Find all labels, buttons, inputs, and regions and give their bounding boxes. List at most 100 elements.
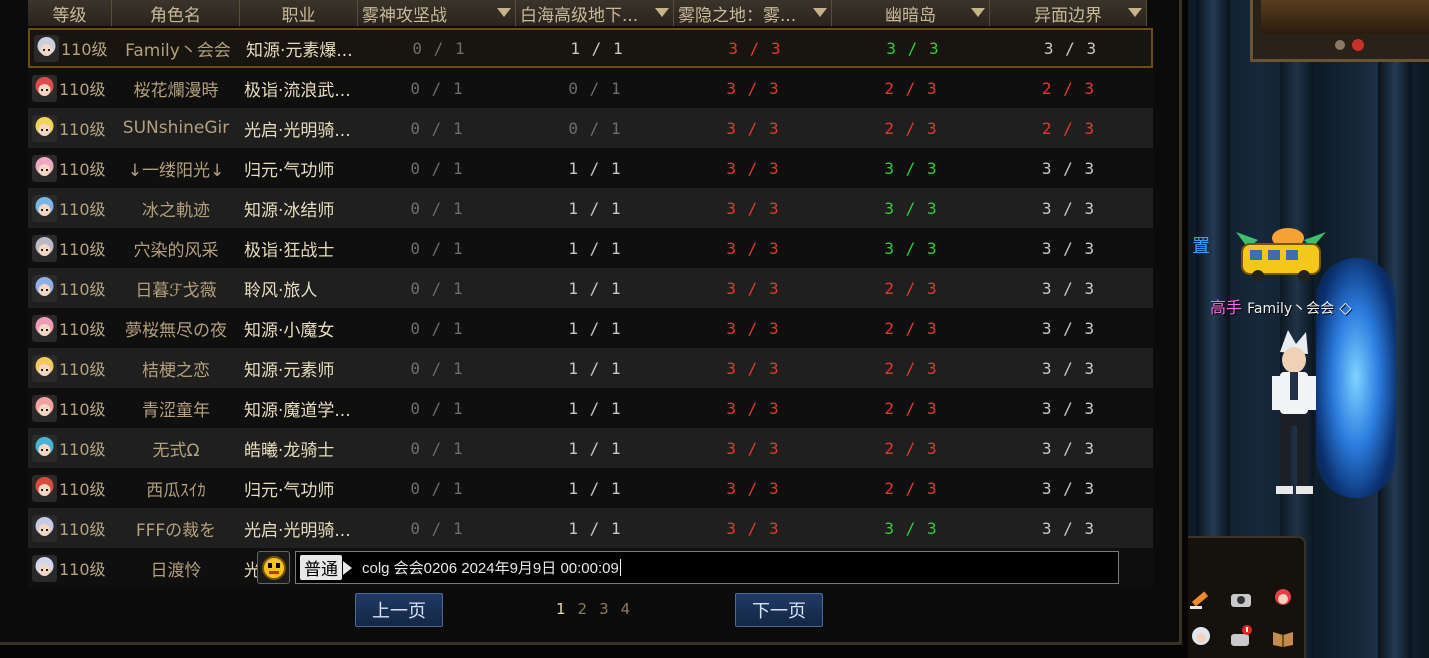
page-number-link[interactable]: 2 [578,600,588,618]
row-character-name: 无式Ω [152,440,200,461]
row-level: 110级 [28,468,112,508]
row-level: 110级 [28,188,112,228]
dropdown-arrow-icon [1128,8,1142,17]
table-row[interactable]: 110级 桜花爛漫時 极诣·流浪武... 0 / 1 0 / 1 3 / 3 2 / 3 2 … [28,68,1153,108]
row-progress-4: 2 / 3 [884,478,938,498]
dropdown-arrow-icon [497,8,511,17]
row-progress-3: 3 / 3 [726,438,780,458]
row-level-text: 110级 [59,520,106,539]
page-number-link[interactable]: 1 [556,600,566,618]
profile-icon[interactable] [1188,624,1214,650]
table-row[interactable]: 110级 冰之軌迹 知源·冰结师 0 / 1 1 / 1 3 / 3 3 / 3 3 / 3 [28,188,1153,228]
row-progress-5: 3 / 3 [1041,478,1096,498]
row-progress-2: 0 / 1 [568,78,622,98]
row-progress-3: 3 / 3 [726,278,780,298]
row-job: 知源·冰结师 [240,188,358,228]
row-progress-5: 2 / 3 [1041,78,1096,98]
row-job-text: 知源·魔道学... [244,400,351,421]
pencil-icon[interactable] [1188,586,1214,612]
table-row[interactable]: 110级 ↓一缕阳光↓ 归元·气功师 0 / 1 1 / 1 3 / 3 3 / 3 3 / … [28,148,1153,188]
row-progress-3: 3 / 3 [726,198,780,218]
character-avatar-icon [32,234,57,262]
prev-page-button[interactable]: 上一页 [355,593,443,627]
row-progress-5: 3 / 3 [1041,238,1096,258]
row-job: 极诣·流浪武... [240,68,358,108]
player-character[interactable] [1266,330,1322,500]
minimap[interactable] [1261,0,1429,34]
table-row[interactable]: 110级 桔梗之恋 知源·元素师 0 / 1 1 / 1 3 / 3 2 / 3 3 / 3 [28,348,1153,388]
row-job-text: 光启·光明骑... [244,520,351,541]
header-dungeon-3-label: 雾隐之地：雾... [678,5,797,26]
character-avatar-icon [32,74,57,102]
header-job-label: 职业 [281,5,316,26]
row-character-name: 桜花爛漫時 [133,80,219,101]
row-progress-4: 3 / 3 [884,198,938,218]
hud-quickbar [1188,536,1306,658]
row-level: 110级 [28,428,112,468]
character-avatar-icon[interactable] [1270,586,1296,612]
table-row[interactable]: 110级 FFFの裁を 光启·光明骑... 0 / 1 1 / 1 3 / 3 3 / 3 3… [28,508,1153,548]
minimap-indicator-icon [1335,39,1364,51]
game-scene: 置 高手 Family丶会会 ◇ [1188,0,1429,658]
header-dungeon-5-dropdown[interactable]: 异面边界 [990,0,1147,26]
dropdown-arrow-icon [655,8,669,17]
row-progress-4: 2 / 3 [884,78,938,98]
row-progress-3: 3 / 3 [726,158,780,178]
row-level-text: 110级 [59,560,106,579]
chat-input[interactable]: 普通 colg 会会0206 2024年9月9日 00:00:09 [295,551,1119,584]
header-dungeon-3-dropdown[interactable]: 雾隐之地：雾... [674,0,832,26]
page-number-link[interactable]: 3 [599,600,609,618]
character-avatar-icon [32,154,57,182]
row-progress-4: 3 / 3 [884,158,938,178]
table-row[interactable]: 110级 穴染的风采 极诣·狂战士 0 / 1 1 / 1 3 / 3 3 / 3 3 / 3 [28,228,1153,268]
row-progress-1: 0 / 1 [410,198,464,218]
table-row[interactable]: 110级 西瓜ｽｲｶ 归元·气功师 0 / 1 1 / 1 3 / 3 2 / 3 3 / 3 [28,468,1153,508]
row-level-text: 110级 [59,480,106,499]
row-job-text: 知源·元素师 [244,360,335,381]
table-row[interactable]: 110级 日暮ℱ戈薇 聆风·旅人 0 / 1 1 / 1 3 / 3 2 / 3 3 / 3 [28,268,1153,308]
row-progress-3: 3 / 3 [726,118,780,138]
row-level: 110级 [28,548,112,588]
table-row[interactable]: 110级 SUNshineGir 光启·光明骑... 0 / 1 0 / 1 3 / 3 2… [28,108,1153,148]
row-job-text: 归元·气功师 [244,160,335,181]
row-job: 皓曦·龙骑士 [240,428,358,468]
chat-channel-selector[interactable]: 普通 [299,554,343,581]
row-progress-3: 3 / 3 [726,518,780,538]
row-level-text: 110级 [59,240,106,259]
table-row[interactable]: 110级 青涩童年 知源·魔道学... 0 / 1 1 / 1 3 / 3 2 / 3 3 /… [28,388,1153,428]
pet-bus-icon [1236,228,1326,282]
row-level: 110级 [28,388,112,428]
table-row[interactable]: 110级 无式Ω 皓曦·龙骑士 0 / 1 1 / 1 3 / 3 2 / 3 3 / 3 [28,428,1153,468]
header-level[interactable]: 等级 [28,0,112,26]
row-progress-1: 0 / 1 [410,278,464,298]
row-character-name: FFFの裁を [135,520,217,541]
book-icon[interactable] [1270,624,1296,650]
row-job: 聆风·旅人 [240,268,358,308]
dropdown-arrow-icon [813,8,827,17]
row-progress-2: 1 / 1 [568,518,622,538]
table-row[interactable]: 110级 夢桜無尽の夜 知源·小魔女 0 / 1 1 / 1 3 / 3 2 / 3 3 / … [28,308,1153,348]
minimap-frame [1250,0,1429,62]
header-name[interactable]: 角色名 [112,0,240,26]
table-row[interactable]: 110级 Family丶会会 知源·元素爆... 0 / 1 1 / 1 3 / 3 3 /… [28,28,1153,68]
row-progress-1: 0 / 1 [410,318,464,338]
row-progress-2: 0 / 1 [568,118,622,138]
row-progress-5: 3 / 3 [1041,278,1096,298]
camera-icon[interactable] [1228,586,1254,612]
row-progress-5: 3 / 3 [1041,358,1096,378]
row-level: 110级 [28,308,112,348]
next-page-button[interactable]: 下一页 [735,593,823,627]
header-job[interactable]: 职业 [240,0,358,26]
emoji-icon[interactable] [257,551,290,584]
header-dungeon-1-dropdown[interactable]: 雾神攻坚战 [358,0,516,26]
row-progress-3: 3 / 3 [726,238,780,258]
notification-camera-icon[interactable] [1228,624,1254,650]
gem-icon: ◇ [1339,298,1352,317]
header-name-label: 角色名 [150,5,201,26]
row-character-name: 日渡怜 [150,560,202,581]
row-progress-2: 1 / 1 [568,198,622,218]
row-character-name: SUNshineGir [122,118,230,138]
header-dungeon-2-dropdown[interactable]: 白海高级地下... [516,0,674,26]
page-number-link[interactable]: 4 [621,600,631,618]
header-dungeon-4-dropdown[interactable]: 幽暗岛 [832,0,990,26]
